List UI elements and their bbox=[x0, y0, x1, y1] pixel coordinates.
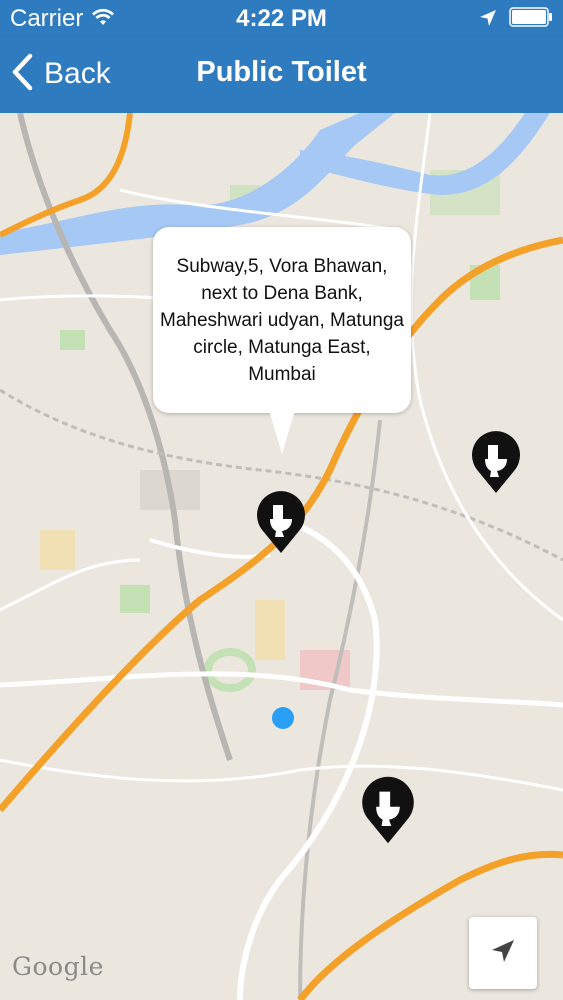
toilet-icon bbox=[472, 431, 520, 493]
callout-address: Subway,5, Vora Bhawan, next to Dena Bank… bbox=[160, 255, 404, 385]
toilet-pin-selected[interactable] bbox=[254, 491, 308, 555]
status-bar: Carrier 4:22 PM bbox=[0, 0, 563, 36]
navigation-bar: Back Public Toilet bbox=[0, 36, 563, 113]
status-right bbox=[479, 6, 553, 34]
location-arrow-icon bbox=[490, 938, 516, 969]
toilet-icon bbox=[362, 776, 414, 844]
toilet-pin[interactable] bbox=[359, 776, 414, 844]
map-view[interactable]: Subway,5, Vora Bhawan, next to Dena Bank… bbox=[0, 113, 563, 1000]
user-location-dot bbox=[272, 707, 294, 729]
location-callout[interactable]: Subway,5, Vora Bhawan, next to Dena Bank… bbox=[153, 227, 411, 413]
google-attribution: Google bbox=[12, 952, 104, 981]
toilet-icon bbox=[257, 491, 305, 553]
battery-icon bbox=[509, 6, 553, 34]
page-title: Public Toilet bbox=[196, 56, 367, 88]
locate-me-button[interactable] bbox=[469, 917, 537, 989]
location-arrow-icon bbox=[479, 6, 497, 34]
callout-tail bbox=[269, 410, 295, 454]
toilet-pin[interactable] bbox=[469, 431, 523, 495]
